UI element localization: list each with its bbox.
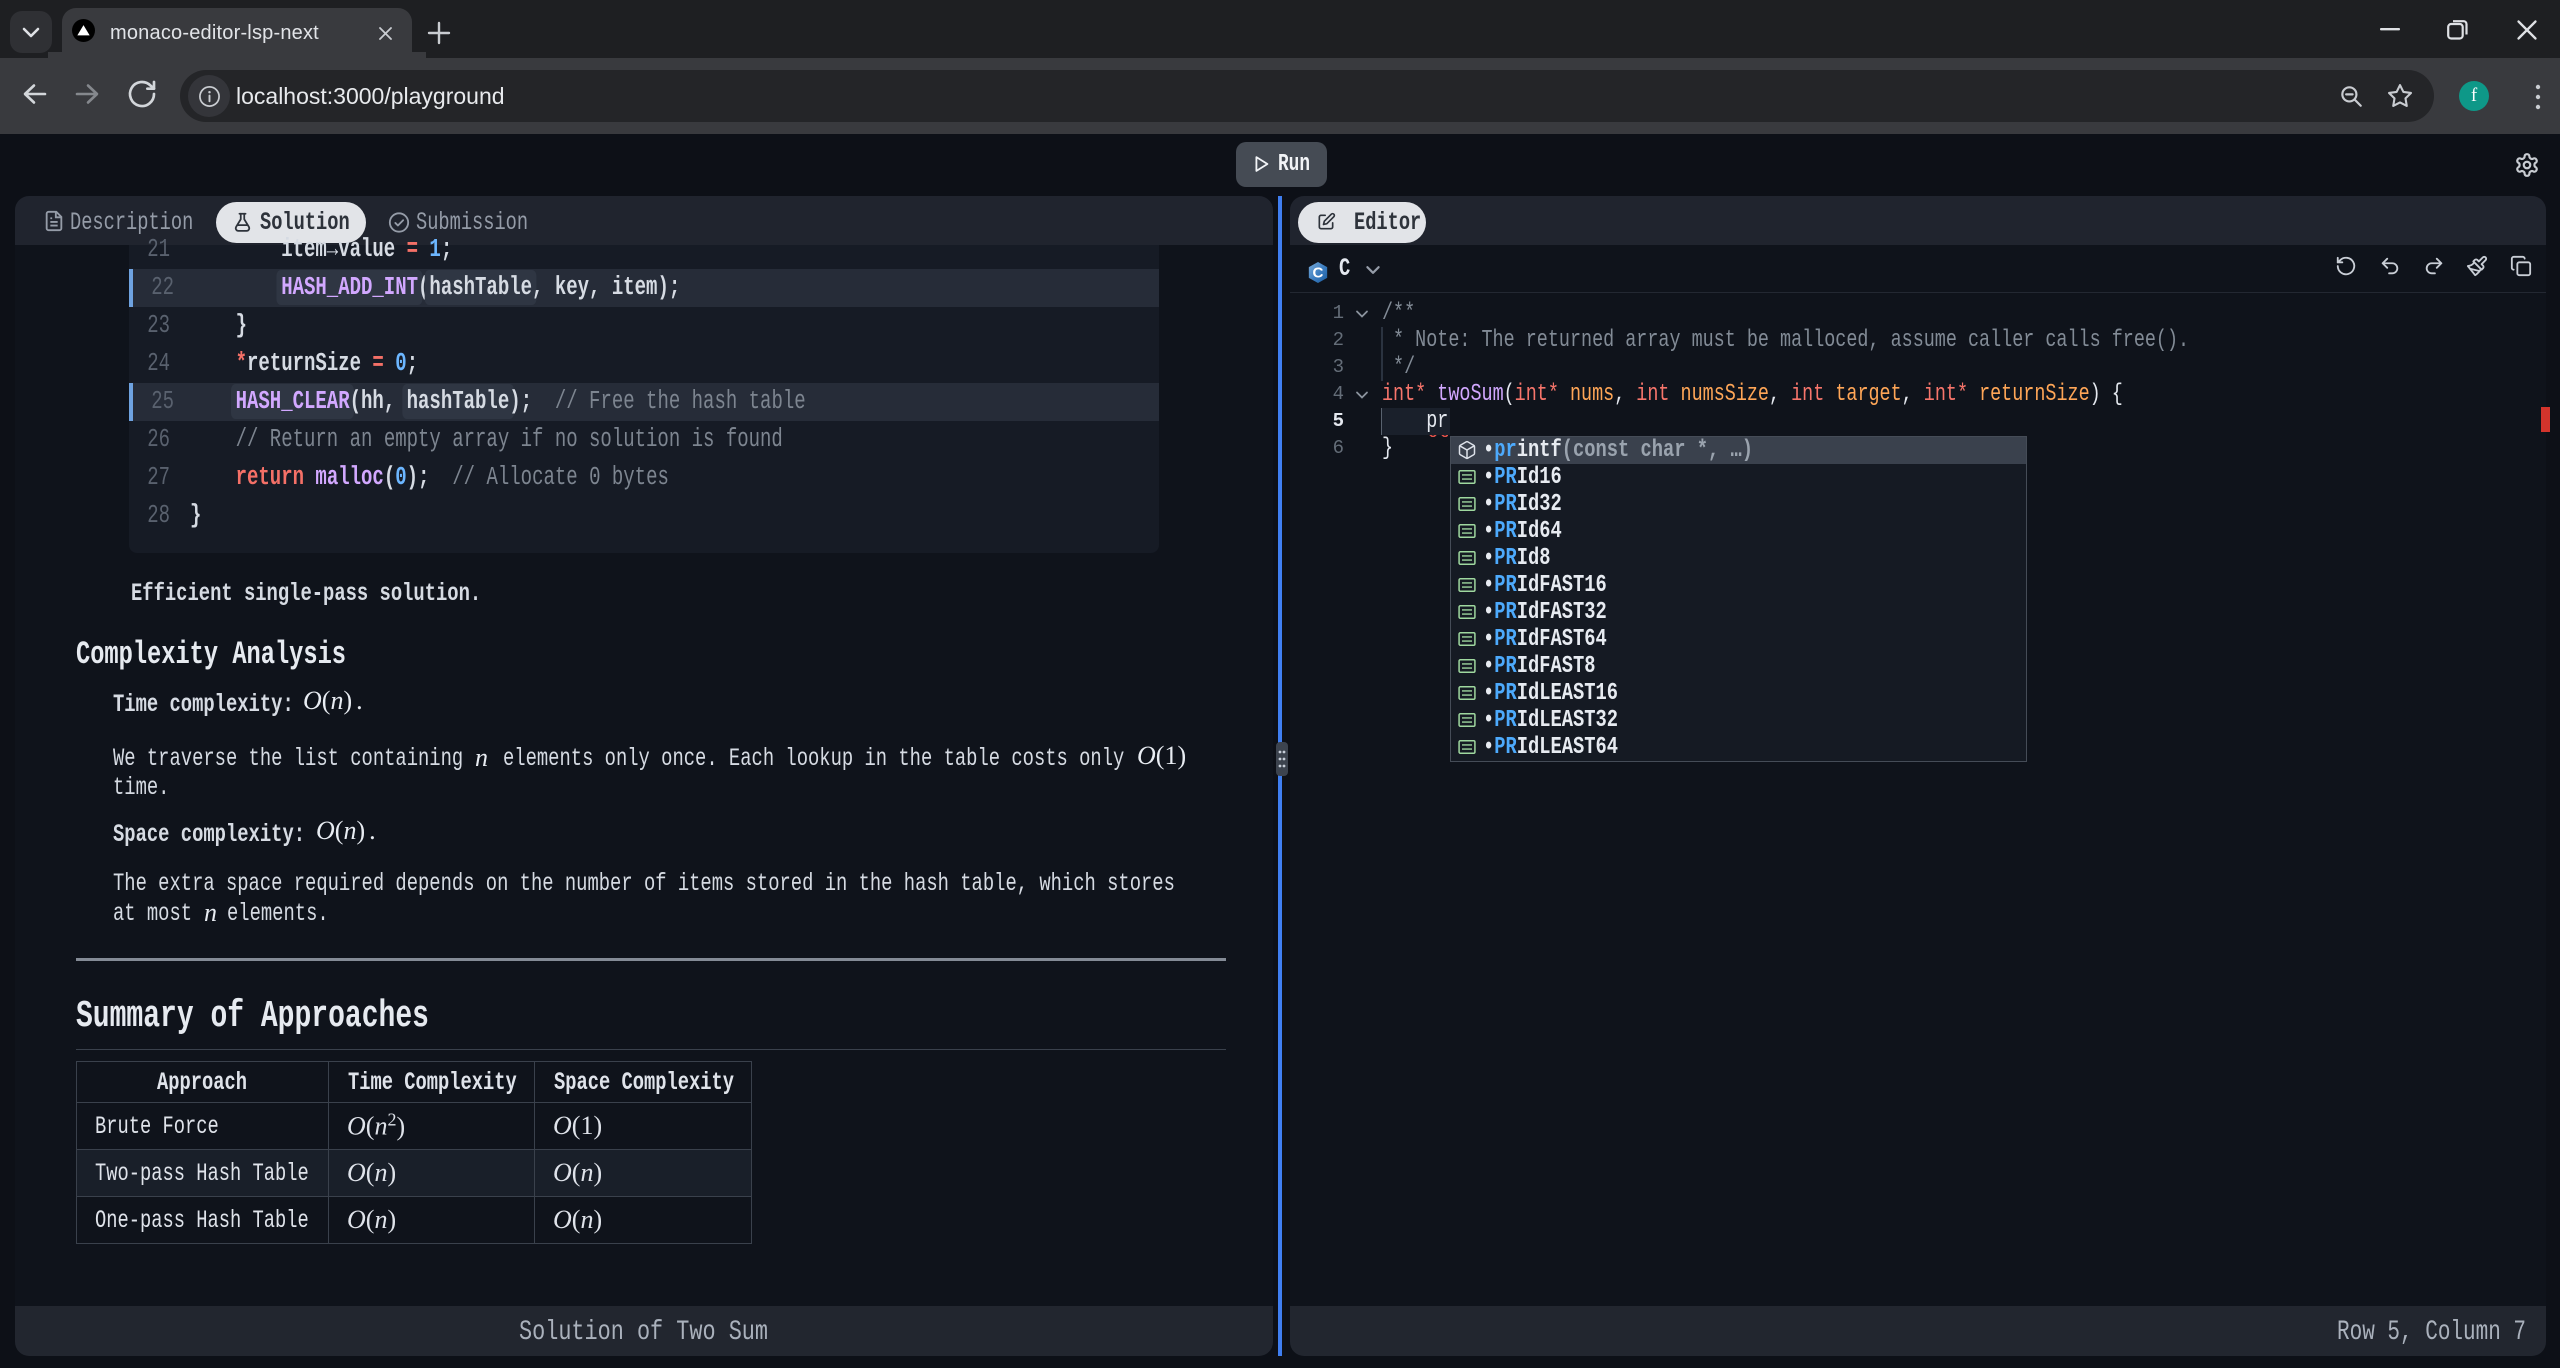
svg-text:C: C: [1313, 265, 1324, 282]
